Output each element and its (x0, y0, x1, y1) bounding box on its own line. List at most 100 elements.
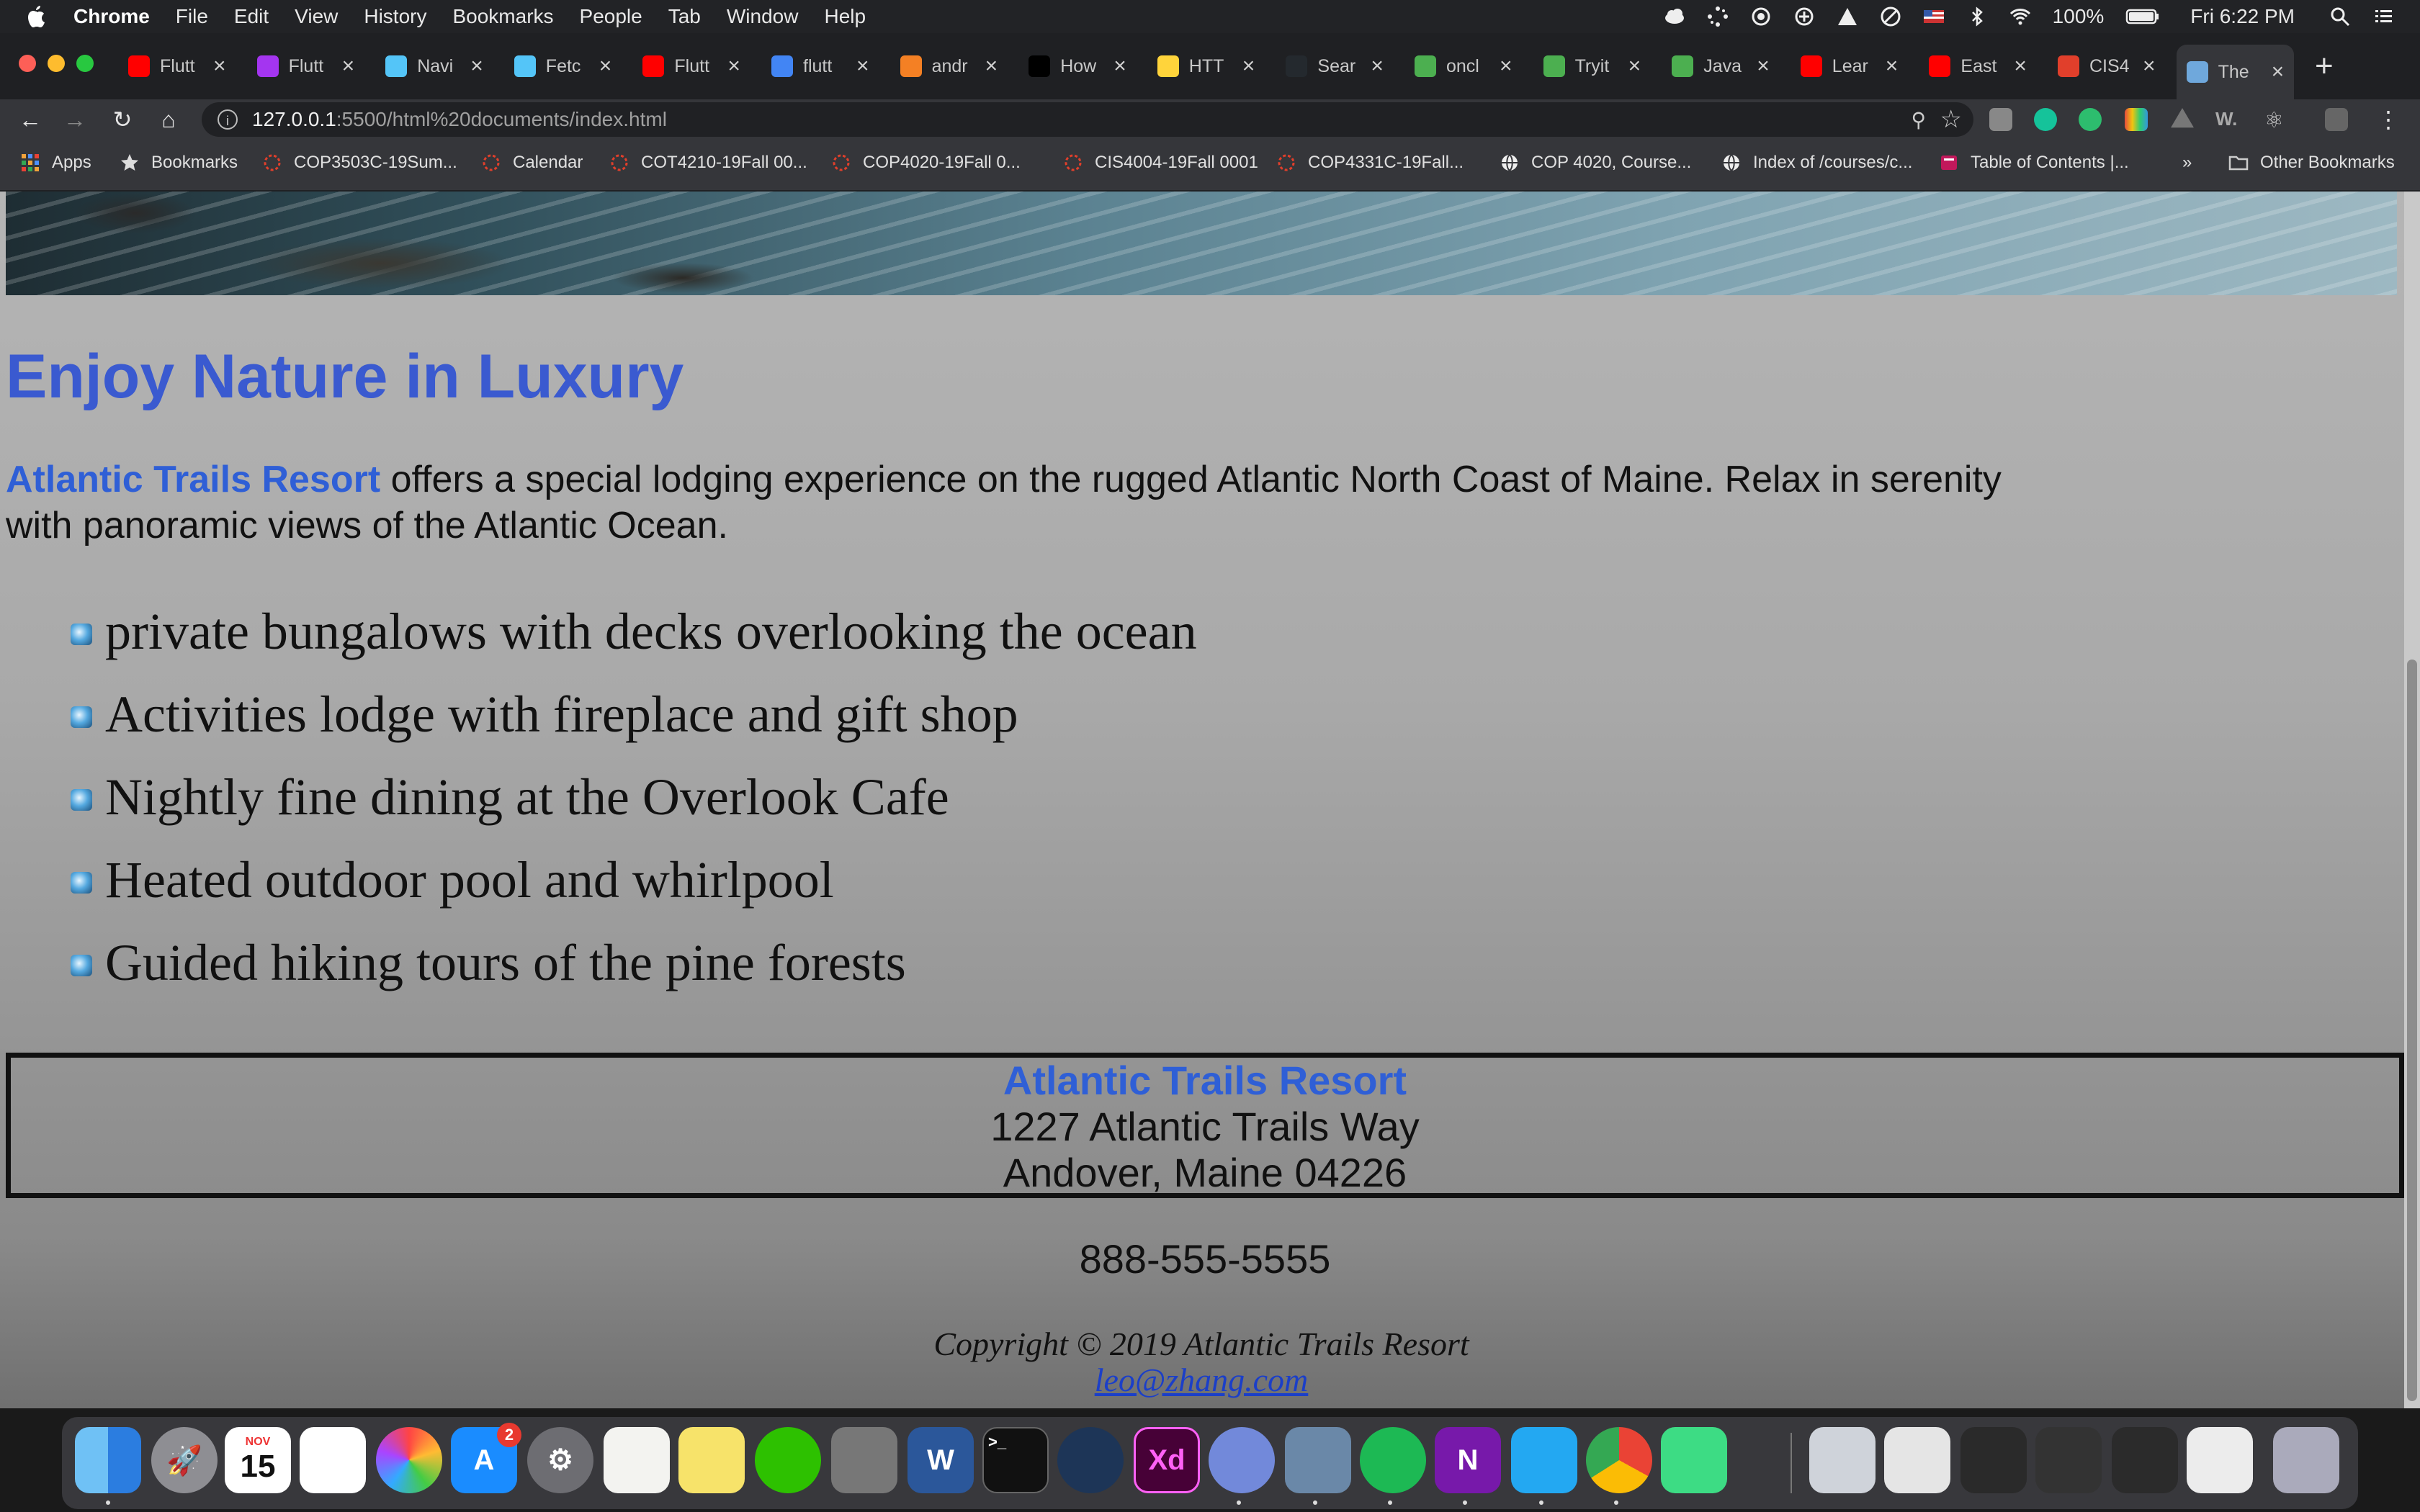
finder-icon[interactable] (75, 1427, 141, 1493)
wappalyzer-icon[interactable]: W. (2215, 108, 2238, 131)
tab-close-icon[interactable]: × (470, 55, 483, 77)
tab-close-icon[interactable]: × (2272, 61, 2285, 83)
bookmark-item[interactable]: Bookmarks (120, 153, 238, 173)
bookmark-item[interactable]: COP 4020, Course... (1500, 153, 1691, 173)
tab-close-icon[interactable]: × (727, 55, 740, 77)
other-bookmarks-folder[interactable]: Other Bookmarks (2228, 153, 2395, 173)
tab-close-icon[interactable]: × (1113, 55, 1126, 77)
bookmark-item[interactable]: CIS4004-19Fall 0001 (1063, 153, 1258, 173)
site-info-icon[interactable]: i (218, 109, 238, 130)
window-thumbnail-icon[interactable] (1809, 1427, 1876, 1493)
trash-icon[interactable] (2273, 1427, 2339, 1493)
openai-icon[interactable] (1793, 6, 1815, 27)
menu-app-chrome[interactable]: Chrome (73, 5, 150, 28)
notification-center-icon[interactable] (2372, 6, 2394, 27)
extension-badge-icon[interactable] (2079, 108, 2102, 131)
window-thumbnail-icon[interactable] (1884, 1427, 1950, 1493)
tab[interactable]: Java × (1672, 45, 1770, 88)
tab[interactable]: Fetc × (514, 45, 612, 88)
google-drive-icon[interactable] (2171, 108, 2194, 128)
menu-file[interactable]: File (176, 5, 208, 28)
tab[interactable]: Navi × (385, 45, 483, 88)
tab-close-icon[interactable]: × (342, 55, 355, 77)
window-close-button[interactable] (19, 55, 36, 72)
bookmarks-overflow-button[interactable]: » (2182, 153, 2192, 173)
email-link[interactable]: leo@zhang.com (1095, 1362, 1309, 1398)
bookmark-item[interactable]: Table of Contents |... (1939, 153, 2129, 173)
tab-close-icon[interactable]: × (1886, 55, 1899, 77)
reminders-icon[interactable] (300, 1427, 366, 1493)
creative-cloud-icon[interactable] (1664, 6, 1685, 27)
android-studio-icon[interactable] (1661, 1427, 1727, 1493)
word-icon[interactable]: W (908, 1427, 974, 1493)
tab[interactable]: Flutt × (256, 45, 355, 88)
window-minimize-button[interactable] (48, 55, 65, 72)
tab-close-icon[interactable]: × (1757, 55, 1770, 77)
extension-icon[interactable] (1989, 108, 2012, 131)
bookmark-item[interactable]: Apps (20, 153, 91, 173)
tab[interactable]: How × (1028, 45, 1126, 88)
bluetooth-icon[interactable] (1966, 6, 1988, 27)
wechat-icon[interactable] (755, 1427, 821, 1493)
tab-close-icon[interactable]: × (985, 55, 998, 77)
tab-close-icon[interactable]: × (2143, 55, 2156, 77)
wifi-icon[interactable] (2009, 6, 2031, 27)
spinner-icon[interactable] (1707, 6, 1729, 27)
back-button[interactable]: ← (16, 105, 45, 134)
us-flag-icon[interactable] (1923, 6, 1945, 27)
tab-close-icon[interactable]: × (599, 55, 612, 77)
photos-icon[interactable] (376, 1427, 442, 1493)
vpn-icon[interactable] (1837, 6, 1858, 27)
tab-close-icon[interactable]: × (1500, 55, 1512, 77)
reload-button[interactable]: ↻ (108, 105, 137, 134)
bookmark-item[interactable]: COP3503C-19Sum... (262, 153, 457, 173)
tab[interactable]: East × (1929, 45, 2027, 88)
tab[interactable]: Sear × (1286, 45, 1384, 88)
clock[interactable]: Fri 6:22 PM (2190, 5, 2295, 28)
tab-close-icon[interactable]: × (856, 55, 869, 77)
window-thumbnail-icon[interactable] (2035, 1427, 2102, 1493)
tab[interactable]: Flutt × (642, 45, 740, 88)
app-store-icon[interactable]: A2 (451, 1423, 521, 1493)
profile-icon[interactable] (2325, 108, 2348, 131)
bookmark-star-icon[interactable]: ☆ (1940, 105, 1962, 134)
adobe-xd-icon[interactable]: Xd (1134, 1427, 1200, 1493)
home-button[interactable]: ⌂ (154, 105, 183, 134)
react-devtools-icon[interactable]: ⚛ (2264, 108, 2287, 132)
bookmark-item[interactable]: COT4210-19Fall 00... (609, 153, 807, 173)
sync-icon[interactable] (1750, 6, 1772, 27)
calendar-icon[interactable]: NOV 15 (225, 1427, 291, 1493)
terminal-icon[interactable]: >_ (982, 1427, 1049, 1493)
discord-icon[interactable] (1209, 1427, 1275, 1493)
new-tab-button[interactable]: + (2315, 50, 2334, 82)
menu-tab[interactable]: Tab (668, 5, 701, 28)
scrollbar-thumb[interactable] (2407, 660, 2417, 1401)
menu-view[interactable]: View (295, 5, 338, 28)
grammarly-icon[interactable] (2034, 108, 2057, 131)
tab[interactable]: HTT × (1157, 45, 1255, 88)
address-bar[interactable]: i 127.0.0.1:5500/html%20documents/index.… (202, 102, 1973, 137)
menu-people[interactable]: People (580, 5, 642, 28)
launchpad-icon[interactable]: 🚀 (151, 1427, 218, 1493)
tab-close-icon[interactable]: × (1242, 55, 1255, 77)
tab[interactable]: andr × (900, 45, 998, 88)
image-viewer-icon[interactable] (1285, 1427, 1351, 1493)
system-preferences-icon[interactable]: ⚙ (527, 1427, 593, 1493)
chrome-icon[interactable] (1586, 1427, 1652, 1493)
menu-help[interactable]: Help (824, 5, 866, 28)
battery-icon[interactable] (2125, 6, 2160, 27)
menu-window[interactable]: Window (727, 5, 799, 28)
quicktime-icon[interactable] (1057, 1427, 1124, 1493)
menu-history[interactable]: History (364, 5, 426, 28)
timer-icon[interactable] (1880, 6, 1901, 27)
bookmark-item[interactable]: Calendar (481, 153, 583, 173)
tab[interactable]: Lear × (1800, 45, 1899, 88)
tab[interactable]: CIS4 × (2058, 45, 2156, 88)
spotlight-search-icon[interactable] (2329, 6, 2351, 27)
tab-close-icon[interactable]: × (1628, 55, 1641, 77)
tab-close-icon[interactable]: × (2014, 55, 2027, 77)
apple-menu-icon[interactable] (24, 4, 49, 29)
window-thumbnail-icon[interactable] (2187, 1427, 2253, 1493)
tab[interactable]: The × (2176, 45, 2295, 99)
bookmark-item[interactable]: Index of /courses/c... (1721, 153, 1912, 173)
